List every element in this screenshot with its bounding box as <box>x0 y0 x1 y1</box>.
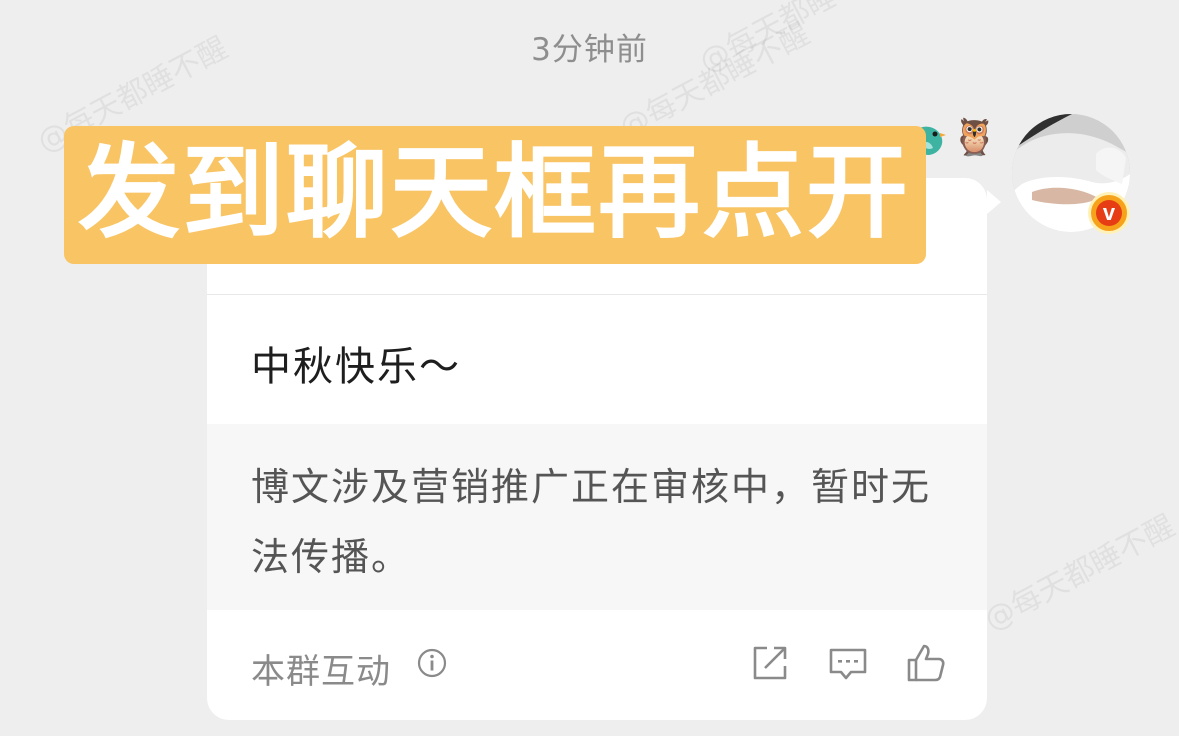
review-notice-text: 博文涉及营销推广正在审核中，暂时无法传播。 <box>251 465 932 579</box>
watermark: @每天都睡不醒 <box>978 508 1179 638</box>
message-timestamp: 3分钟前 <box>531 32 648 68</box>
owl-emoji-icon: 🦉 <box>952 117 997 158</box>
card-footer: 本群互动 <box>207 610 987 720</box>
share-icon[interactable] <box>749 642 791 684</box>
review-notice: 博文涉及营销推广正在审核中，暂时无法传播。 <box>207 424 987 610</box>
verified-v-badge-icon: v <box>1088 192 1130 234</box>
post-text: 中秋快乐～ <box>251 344 461 390</box>
comment-icon[interactable] <box>827 642 869 684</box>
group-interaction-label[interactable]: 本群互动 <box>251 644 391 693</box>
bubble-tail <box>987 190 1001 214</box>
info-icon[interactable] <box>417 648 447 678</box>
overlay-banner: 发到聊天框再点开 <box>64 126 926 264</box>
overlay-banner-text: 发到聊天框再点开 <box>78 134 910 253</box>
like-icon[interactable] <box>905 642 947 684</box>
